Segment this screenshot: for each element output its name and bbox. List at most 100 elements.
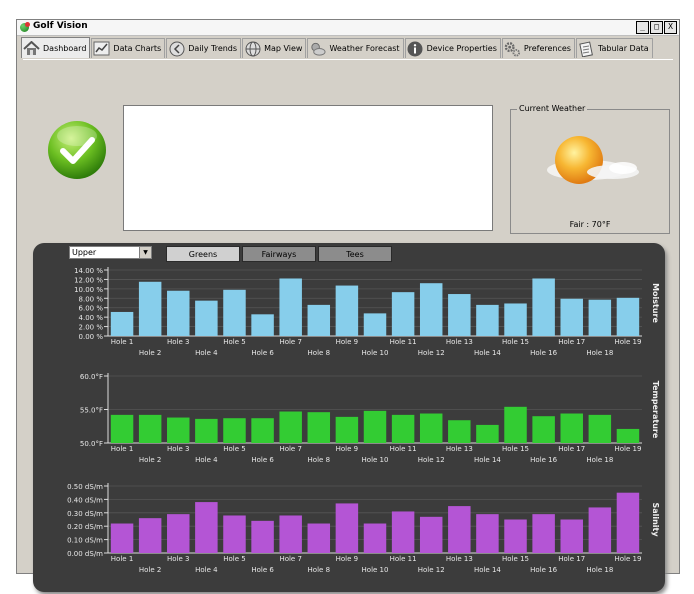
bar-hole-14 — [476, 514, 499, 553]
x-tick-label: Hole 10 — [362, 566, 389, 574]
minimize-button[interactable]: _ — [636, 21, 649, 34]
x-tick-label: Hole 14 — [474, 566, 501, 574]
tab-dashboard[interactable]: Dashboard — [21, 37, 91, 58]
x-tick-label: Hole 7 — [279, 555, 301, 563]
bar-hole-3 — [167, 514, 190, 553]
title-bar: Golf Vision _ □ X — [17, 20, 679, 36]
x-tick-label: Hole 13 — [446, 445, 473, 453]
bar-hole-19 — [616, 492, 640, 553]
window-title: Golf Vision — [33, 21, 88, 31]
x-tick-label: Hole 15 — [502, 555, 529, 563]
x-tick-label: Hole 5 — [223, 555, 245, 563]
y-tick-label: 60.0°F — [80, 373, 103, 381]
bar-hole-11 — [391, 511, 415, 553]
bar-hole-6 — [251, 314, 274, 336]
bar-hole-19 — [616, 297, 640, 336]
bar-hole-8 — [307, 304, 331, 336]
bar-hole-15 — [504, 303, 527, 336]
x-tick-label: Hole 6 — [251, 456, 274, 464]
bar-hole-17 — [560, 519, 583, 553]
x-tick-label: Hole 7 — [279, 445, 301, 453]
bar-hole-6 — [251, 418, 274, 443]
x-tick-label: Hole 3 — [167, 555, 189, 563]
x-tick-label: Hole 11 — [390, 555, 417, 563]
bar-hole-10 — [363, 313, 387, 336]
tab-weather-forecast[interactable]: Weather Forecast — [307, 38, 404, 58]
tab-map-view[interactable]: Map View — [242, 38, 307, 58]
bar-hole-18 — [588, 507, 612, 553]
current-weather-group: Current Weather Fair : 70°F — [510, 104, 670, 234]
sun-cloud-icon — [547, 136, 639, 184]
y-tick-label: 6.00 % — [79, 305, 104, 313]
x-tick-label: Hole 16 — [530, 566, 557, 574]
chart-icon — [93, 40, 110, 57]
bar-hole-11 — [391, 414, 415, 443]
bar-hole-9 — [335, 416, 359, 443]
info-icon — [407, 40, 424, 57]
bar-hole-12 — [419, 413, 443, 443]
bar-hole-13 — [448, 294, 471, 336]
x-tick-label: Hole 2 — [139, 456, 161, 464]
home-icon — [23, 40, 40, 57]
x-tick-label: Hole 16 — [530, 349, 557, 357]
bar-hole-2 — [138, 414, 162, 443]
tab-data-charts[interactable]: Data Charts — [91, 38, 166, 58]
tab-device-properties[interactable]: Device Properties — [404, 38, 501, 58]
tab-label: Daily Trends — [188, 44, 238, 53]
y-tick-label: 12.00 % — [74, 276, 103, 284]
x-tick-label: Hole 8 — [308, 456, 330, 464]
weather-condition: Fair : 70°F — [569, 220, 611, 229]
bar-hole-7 — [279, 278, 302, 336]
x-tick-label: Hole 2 — [139, 566, 161, 574]
bar-hole-4 — [195, 502, 218, 553]
bar-hole-9 — [335, 503, 359, 553]
arrow-left-circle-icon — [168, 40, 185, 57]
x-tick-label: Hole 10 — [362, 349, 389, 357]
bar-hole-7 — [279, 411, 302, 443]
bar-hole-1 — [110, 311, 134, 336]
y-tick-label: 14.00 % — [74, 267, 103, 275]
x-tick-label: Hole 13 — [446, 338, 473, 346]
x-tick-label: Hole 19 — [614, 445, 641, 453]
checkmark-icon — [48, 121, 106, 179]
bar-hole-14 — [476, 424, 499, 443]
x-tick-label: Hole 13 — [446, 555, 473, 563]
chart-ylabel: Temperature — [651, 381, 660, 439]
tab-preferences[interactable]: Preferences — [501, 38, 575, 58]
tab-daily-trends[interactable]: Daily Trends — [166, 38, 242, 58]
bar-hole-15 — [504, 406, 527, 443]
bar-hole-6 — [251, 520, 274, 553]
x-tick-label: Hole 9 — [336, 445, 358, 453]
bar-hole-2 — [138, 281, 162, 336]
close-button[interactable]: X — [664, 21, 677, 34]
maximize-button[interactable]: □ — [650, 21, 663, 34]
dashboard-panel: Current Weather Fair : 70°F Upper ▼ Gree… — [23, 59, 673, 592]
x-tick-label: Hole 4 — [195, 456, 218, 464]
bar-hole-11 — [391, 292, 415, 336]
charts-panel: Upper ▼ Greens Fairways Tees 0.00 % 2.00 … — [33, 243, 665, 592]
tab-label: Preferences — [523, 44, 571, 53]
bar-hole-7 — [279, 515, 302, 553]
golf-vision-logo-icon — [20, 22, 30, 32]
bar-hole-17 — [560, 413, 583, 443]
x-tick-label: Hole 4 — [195, 566, 218, 574]
bar-hole-8 — [307, 523, 331, 553]
x-tick-label: Hole 1 — [111, 555, 133, 563]
chart-ylabel: Moisture — [651, 283, 660, 323]
x-tick-label: Hole 8 — [308, 566, 330, 574]
x-tick-label: Hole 12 — [418, 566, 445, 574]
bar-hole-5 — [223, 515, 246, 553]
y-tick-label: 2.00 % — [79, 324, 104, 332]
bar-hole-10 — [363, 523, 387, 553]
bar-hole-19 — [616, 428, 640, 443]
message-area — [123, 105, 493, 231]
x-tick-label: Hole 8 — [308, 349, 330, 357]
x-tick-label: Hole 5 — [223, 445, 245, 453]
bar-hole-5 — [223, 289, 246, 336]
y-tick-label: 8.00 % — [79, 295, 104, 303]
tab-label: Data Charts — [113, 44, 162, 53]
tab-tabular-data[interactable]: Tabular Data — [575, 38, 653, 58]
bar-hole-4 — [195, 418, 218, 443]
x-tick-label: Hole 15 — [502, 338, 529, 346]
y-tick-label: 0.00 % — [79, 333, 104, 341]
